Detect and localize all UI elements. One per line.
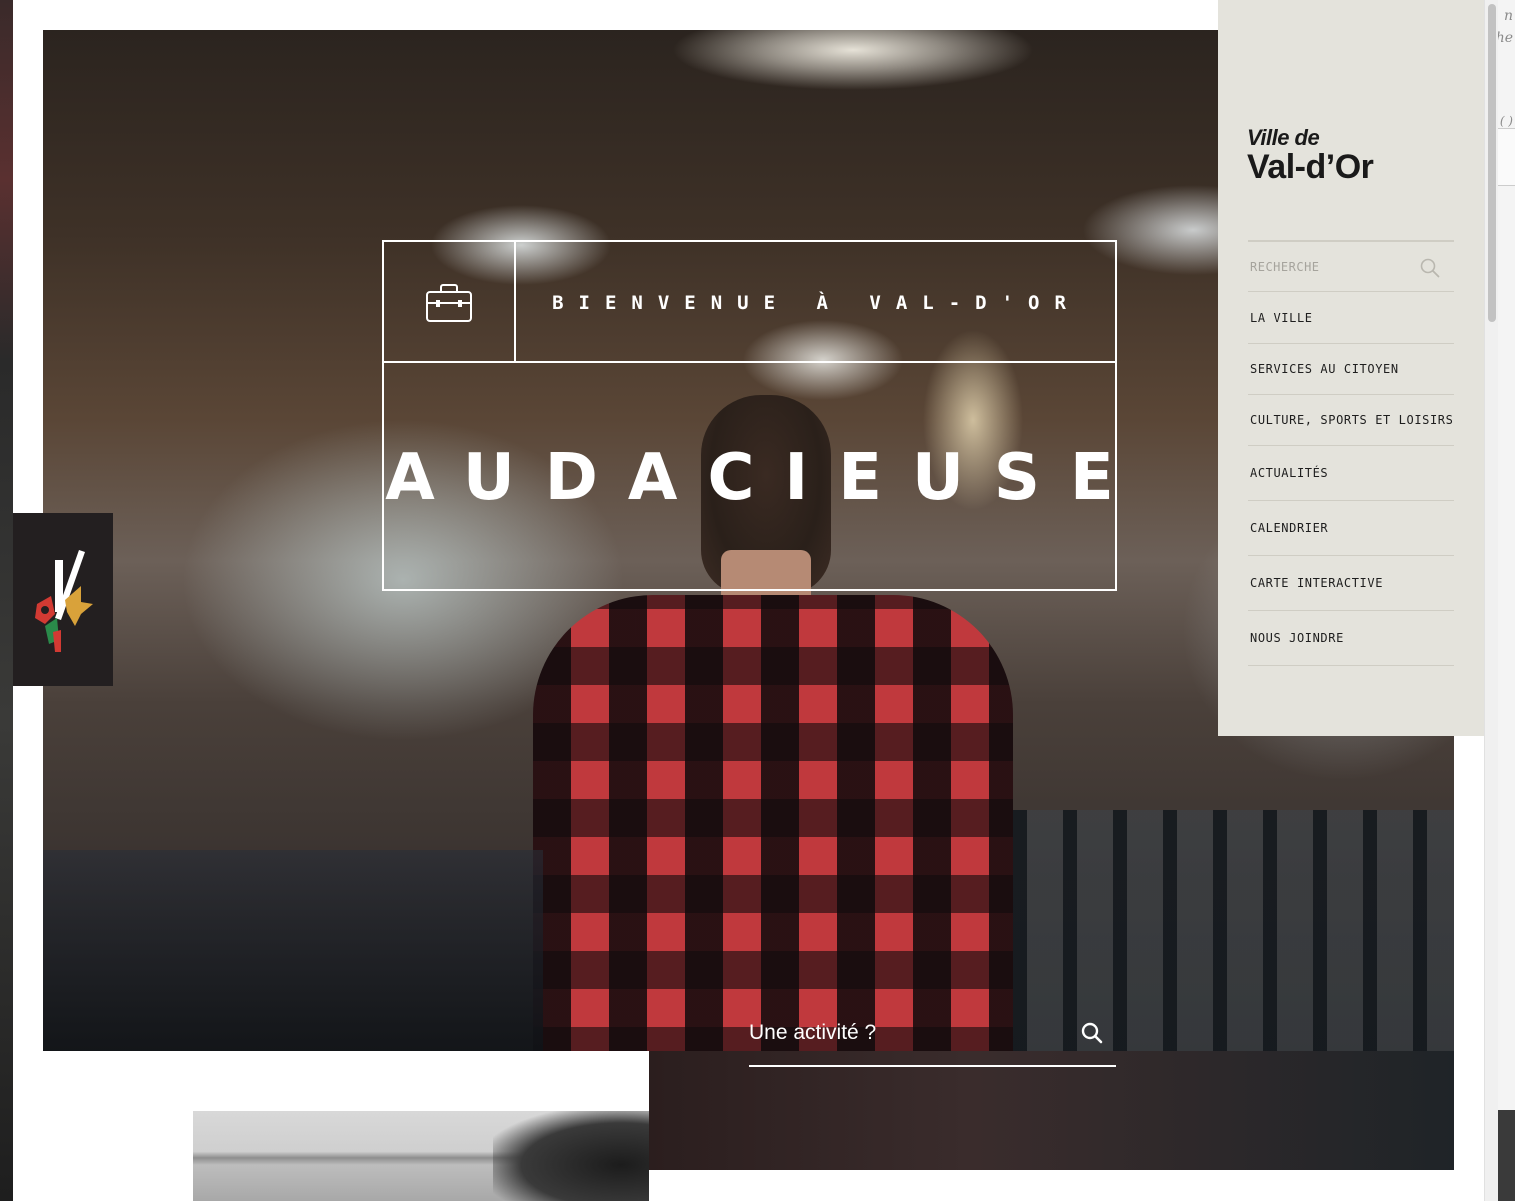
background-ghost-bar [1498,128,1515,186]
welcome-icon-cell [384,242,516,363]
logo-line2: Val-d’Or [1247,148,1374,186]
page: BIENVENUE À VAL-D'OR AUDACIEUSE Une acti… [13,0,1484,1201]
menu-search-input[interactable] [1250,256,1410,278]
welcome-box: BIENVENUE À VAL-D'OR AUDACIEUSE [382,240,1117,591]
menu-item-services-au-citoyen[interactable]: SERVICES AU CITOYEN [1248,344,1454,395]
background-ghost-text: he [1495,30,1513,46]
menu-search [1248,240,1454,292]
background-ghost-text: ( ) [1499,114,1513,128]
hero-photo-bottom-extension [649,1051,1454,1170]
search-icon[interactable] [1420,258,1440,278]
menu-list: LA VILLE SERVICES AU CITOYEN CULTURE, SP… [1248,293,1454,666]
hero-headline: AUDACIEUSE [385,441,1144,515]
hero-photo-plaid-shirt [533,595,1013,1051]
background-ghost-text: n [1503,8,1513,24]
activity-search-button[interactable] [1078,1019,1106,1047]
background-left-strip [0,0,13,1201]
background-ghost-band [1498,1110,1515,1201]
welcome-tagline: BIENVENUE À VAL-D'OR [552,291,1081,314]
site-logo[interactable]: Ville de Val-d’Or [1247,126,1417,186]
menu-item-calendrier[interactable]: CALENDRIER [1248,501,1454,556]
lower-photo [193,1111,649,1201]
menu-item-la-ville[interactable]: LA VILLE [1248,293,1454,344]
menu-item-carte-interactive[interactable]: CARTE INTERACTIVE [1248,556,1454,611]
menu-item-nous-joindre[interactable]: NOUS JOINDRE [1248,611,1454,666]
logo-line1: Ville de [1247,125,1320,150]
activity-search [749,1003,1116,1067]
city-emblem[interactable] [13,513,113,686]
side-menu: Ville de Val-d’Or LA VILLE SERVICES AU C… [1218,0,1484,736]
briefcase-icon [426,283,472,322]
welcome-top-row: BIENVENUE À VAL-D'OR [384,242,1115,363]
city-emblem-icon [35,549,93,652]
hero-photo-tables [43,850,543,1051]
menu-item-culture-sports-loisirs[interactable]: CULTURE, SPORTS ET LOISIRS [1248,395,1454,446]
page-scrollbar-thumb[interactable] [1488,4,1496,322]
search-icon [1081,1022,1103,1044]
menu-item-actualites[interactable]: ACTUALITÉS [1248,446,1454,501]
lower-photo-fur-hood [493,1111,649,1201]
activity-search-input[interactable] [749,1015,1069,1051]
